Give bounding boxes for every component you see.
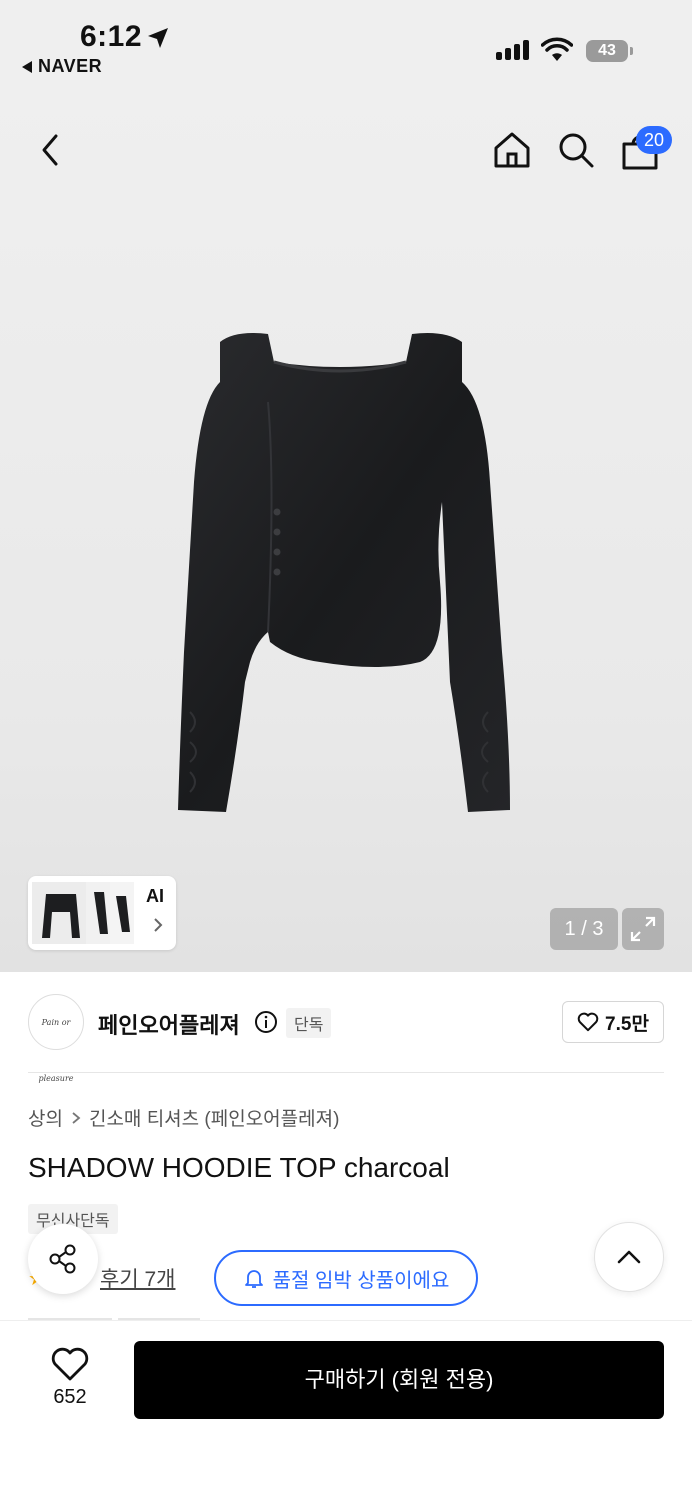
search-icon[interactable]	[556, 130, 596, 170]
bell-icon	[244, 1270, 263, 1288]
reviews-link[interactable]: 후기 7개	[100, 1263, 175, 1293]
product-gallery[interactable]: 20 AI 1 / 3	[0, 90, 692, 972]
breadcrumb-item[interactable]: 상의	[28, 1104, 63, 1131]
brand-name[interactable]: 페인오어플레져	[98, 1008, 240, 1040]
wifi-icon	[541, 37, 573, 61]
wishlist-count: 652	[53, 1386, 87, 1408]
scroll-top-button[interactable]	[594, 1222, 664, 1292]
breadcrumb-item[interactable]: 긴소매 티셔츠 (페인오어플레져)	[89, 1104, 339, 1131]
ai-label: AI	[146, 886, 164, 906]
heart-icon	[577, 1012, 599, 1032]
breadcrumb: 상의 긴소매 티셔츠 (페인오어플레져)	[28, 1104, 339, 1131]
chevron-right-icon	[72, 1111, 81, 1124]
expand-icon	[630, 916, 656, 942]
chevron-right-icon	[154, 918, 163, 932]
buy-button[interactable]: 구매하기 (회원 전용)	[134, 1341, 664, 1419]
brand-like-count: 7.5만	[605, 1013, 649, 1035]
battery-indicator: 43	[586, 40, 628, 62]
divider	[28, 1072, 664, 1073]
location-arrow-icon	[148, 28, 168, 48]
chevron-up-icon	[617, 1250, 641, 1264]
back-to-app-link[interactable]: NAVER	[22, 56, 102, 77]
home-icon[interactable]	[492, 130, 532, 170]
back-app-label: NAVER	[38, 56, 103, 76]
image-pager: 1 / 3	[550, 908, 618, 950]
share-button[interactable]	[28, 1224, 98, 1294]
status-bar: 6:12 NAVER 43	[0, 0, 692, 90]
thumbnail-strip[interactable]: AI	[28, 876, 176, 950]
exclusive-tag: 단독	[286, 1008, 332, 1038]
product-image	[178, 333, 510, 812]
thumbnail-1[interactable]	[32, 882, 90, 944]
back-triangle-icon	[22, 60, 32, 73]
brand-logo[interactable]: Pain or pleasure	[28, 994, 84, 1083]
cellular-signal-icon	[496, 40, 529, 60]
back-chevron-icon[interactable]	[36, 130, 66, 170]
stock-notice-label: 품절 임박 상품이에요	[272, 1269, 450, 1292]
expand-button[interactable]	[622, 908, 664, 950]
battery-nub	[630, 47, 633, 55]
brand-like-button[interactable]: 7.5만	[562, 1001, 664, 1043]
wishlist-heart-icon[interactable]	[50, 1346, 90, 1382]
info-icon[interactable]	[254, 1010, 278, 1034]
cart-count-badge: 20	[636, 126, 672, 154]
share-icon	[49, 1244, 76, 1274]
product-title: SHADOW HOODIE TOP charcoal	[28, 1152, 450, 1183]
stock-notice-button[interactable]: 품절 임박 상품이에요	[214, 1250, 478, 1306]
status-time: 6:12	[80, 20, 143, 53]
thumbnail-3[interactable]	[110, 882, 134, 944]
